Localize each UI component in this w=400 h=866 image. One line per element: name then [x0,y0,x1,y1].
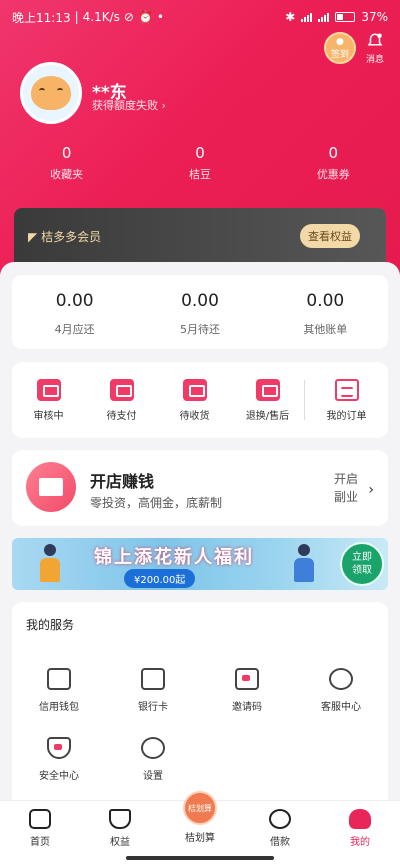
credit-status-link[interactable]: 获得额度失败 › [92,97,166,113]
stat-coupons[interactable]: 0 优惠券 [267,144,400,182]
stats-row: 0 收藏夹 0 桔豆 0 优惠券 [0,144,400,182]
status-bar: 晚上11:13 | 4.1K/s ⊘ ⏰ • ✱ 37% [12,10,388,25]
open-shop-card[interactable]: 开店赚钱 零投资，高佣金，底薪制 开启 副业 › [12,450,388,526]
list-icon [334,378,359,401]
chevron-right-icon: › [161,99,166,112]
signal-icon-2 [318,12,330,22]
sign-in-button[interactable]: ● 签到 [323,32,356,64]
card-icon [141,668,165,690]
battery-icon [335,12,356,22]
service-security-center[interactable]: 安全中心 [12,737,106,782]
coin-icon: ● [336,36,344,47]
stat-favorites[interactable]: 0 收藏夹 [0,144,133,182]
claim-now-button[interactable]: 立即 领取 [340,542,384,586]
person-illustration-2 [290,544,318,584]
shop-side-label: 开启 副业 [333,472,358,504]
order-refund[interactable]: 退换/售后 [231,378,304,422]
deals-icon: 桔划算 [183,791,217,825]
mute-icon: ⊘ [123,10,134,24]
banner-title: 锦上添花新人福利 [94,547,254,568]
my-orders-button[interactable]: 我的订单 [305,378,388,422]
banner-amount: ¥200.00起 [124,569,196,588]
service-customer-center[interactable]: 客服中心 [294,668,388,713]
orders-card: 审核中 待支付 待收货 退换/售后 我的订单 [12,362,388,438]
view-benefits-button[interactable]: 查看权益 [300,224,360,248]
service-invite-code[interactable]: 邀请码 [200,668,294,713]
bill-other[interactable]: 0.00 其他账单 [263,275,388,349]
services-grid: 信用钱包 银行卡 邀请码 客服中心 安全中心 设置 [12,668,388,782]
bills-card: 0.00 4月应还 0.00 5月待还 0.00 其他账单 [12,275,388,349]
alarm-icon: ⏰ [137,10,153,24]
shop-subtitle: 零投资，高佣金，底薪制 [90,496,223,510]
bill-may[interactable]: 0.00 5月待还 [137,275,262,349]
store-icon [26,462,76,512]
mail-heart-icon [235,668,259,690]
battery-percent: 37 [361,10,377,24]
tab-home[interactable]: 首页 [0,801,80,866]
status-speed: 4.1K/s [82,10,120,24]
service-bank-card[interactable]: 银行卡 [106,668,200,713]
benefits-icon [109,809,131,829]
home-indicator [126,856,274,860]
profile-icon [349,809,371,829]
clock-icon [36,378,61,401]
bell-icon [367,33,383,46]
bluetooth-icon: ✱ [285,10,296,24]
top-actions: ● 签到 消息 [323,32,384,65]
loan-icon [269,809,291,829]
order-pending-receipt[interactable]: 待收货 [158,378,231,422]
vip-title: 桔多多会员 [41,230,102,244]
avatar-face [31,76,71,110]
signal-icon [301,12,313,22]
message-button[interactable]: 消息 [366,32,384,65]
home-icon [29,809,51,829]
wallet-icon [47,668,71,690]
order-pending-payment[interactable]: 待支付 [85,378,158,422]
service-settings[interactable]: 设置 [106,737,200,782]
stat-beans[interactable]: 0 桔豆 [133,144,266,182]
order-reviewing[interactable]: 审核中 [12,378,85,422]
person-illustration [36,544,64,584]
avatar[interactable] [20,62,82,124]
services-title: 我的服务 [26,618,75,632]
tab-mine[interactable]: 我的 [320,801,400,866]
promo-banner[interactable]: 锦上添花新人福利 ¥200.00起 立即 领取 [12,538,388,590]
service-credit-wallet[interactable]: 信用钱包 [12,668,106,713]
refund-icon [255,378,280,401]
headset-icon [329,668,353,690]
chevron-right-icon: › [368,482,374,498]
status-time: 晚上11:13 [12,10,71,25]
shield-icon [47,737,71,759]
package-icon [182,378,207,401]
gear-icon [141,737,165,759]
wallet-icon [109,378,134,401]
bill-april[interactable]: 0.00 4月应还 [12,275,137,349]
vip-icon: ◤ [28,230,38,244]
shop-title: 开店赚钱 [90,472,155,491]
